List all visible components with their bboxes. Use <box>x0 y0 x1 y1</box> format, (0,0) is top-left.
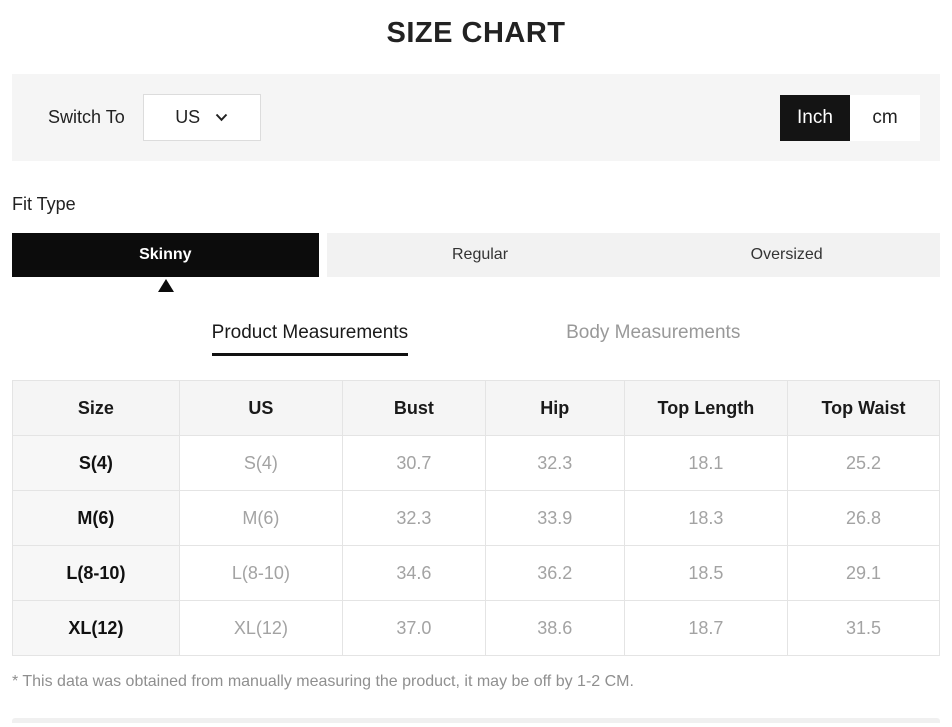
column-header-bust: Bust <box>343 381 486 436</box>
value-cell: 18.1 <box>624 436 787 491</box>
active-tab-pointer-icon <box>158 279 174 292</box>
value-cell: 36.2 <box>485 546 624 601</box>
column-header-us: US <box>179 381 342 436</box>
value-cell: 18.3 <box>624 491 787 546</box>
size-cell: XL(12) <box>13 601 180 656</box>
region-switch-group: Switch To US <box>48 94 261 141</box>
table-row: XL(12)XL(12)37.038.618.731.5 <box>13 601 940 656</box>
value-cell: L(8-10) <box>179 546 342 601</box>
value-cell: 34.6 <box>343 546 486 601</box>
value-cell: XL(12) <box>179 601 342 656</box>
size-cell: S(4) <box>13 436 180 491</box>
unit-button-inch[interactable]: Inch <box>780 95 850 141</box>
unit-bar: Switch To US Inchcm <box>12 74 940 161</box>
fit-tab-skinny[interactable]: Skinny <box>12 233 327 277</box>
tab-body-measurements[interactable]: Body Measurements <box>566 322 740 356</box>
column-header-size: Size <box>13 381 180 436</box>
column-header-hip: Hip <box>485 381 624 436</box>
size-chart-page: SIZE CHART Switch To US Inchcm Fit Type … <box>0 0 952 723</box>
value-cell: 32.3 <box>343 491 486 546</box>
size-cell: M(6) <box>13 491 180 546</box>
measurement-tabs: Product Measurements Body Measurements <box>12 322 940 356</box>
fit-tab-regular[interactable]: Regular <box>327 233 634 277</box>
fit-type-label: Fit Type <box>12 194 940 215</box>
unit-button-cm[interactable]: cm <box>850 95 920 141</box>
value-cell: 37.0 <box>343 601 486 656</box>
value-cell: 29.1 <box>787 546 939 601</box>
table-header-row: SizeUSBustHipTop LengthTop Waist <box>13 381 940 436</box>
page-title: SIZE CHART <box>12 0 940 50</box>
table-row: S(4)S(4)30.732.318.125.2 <box>13 436 940 491</box>
tab-product-measurements[interactable]: Product Measurements <box>212 322 408 356</box>
fit-tab-oversized[interactable]: Oversized <box>633 233 940 277</box>
next-section-edge <box>12 718 940 723</box>
column-header-top-length: Top Length <box>624 381 787 436</box>
value-cell: 31.5 <box>787 601 939 656</box>
table-row: M(6)M(6)32.333.918.326.8 <box>13 491 940 546</box>
value-cell: 30.7 <box>343 436 486 491</box>
value-cell: 25.2 <box>787 436 939 491</box>
fit-type-tabs: SkinnyRegularOversized <box>12 233 940 277</box>
footnote: * This data was obtained from manually m… <box>12 673 940 691</box>
size-table: SizeUSBustHipTop LengthTop Waist S(4)S(4… <box>12 380 940 656</box>
chevron-down-icon <box>215 113 228 122</box>
value-cell: S(4) <box>179 436 342 491</box>
region-select[interactable]: US <box>143 94 261 141</box>
value-cell: 38.6 <box>485 601 624 656</box>
switch-to-label: Switch To <box>48 107 125 128</box>
value-cell: 18.5 <box>624 546 787 601</box>
column-header-top-waist: Top Waist <box>787 381 939 436</box>
unit-toggle: Inchcm <box>780 95 920 141</box>
value-cell: M(6) <box>179 491 342 546</box>
value-cell: 33.9 <box>485 491 624 546</box>
value-cell: 32.3 <box>485 436 624 491</box>
value-cell: 18.7 <box>624 601 787 656</box>
region-select-value: US <box>175 107 200 128</box>
size-cell: L(8-10) <box>13 546 180 601</box>
table-row: L(8-10)L(8-10)34.636.218.529.1 <box>13 546 940 601</box>
value-cell: 26.8 <box>787 491 939 546</box>
